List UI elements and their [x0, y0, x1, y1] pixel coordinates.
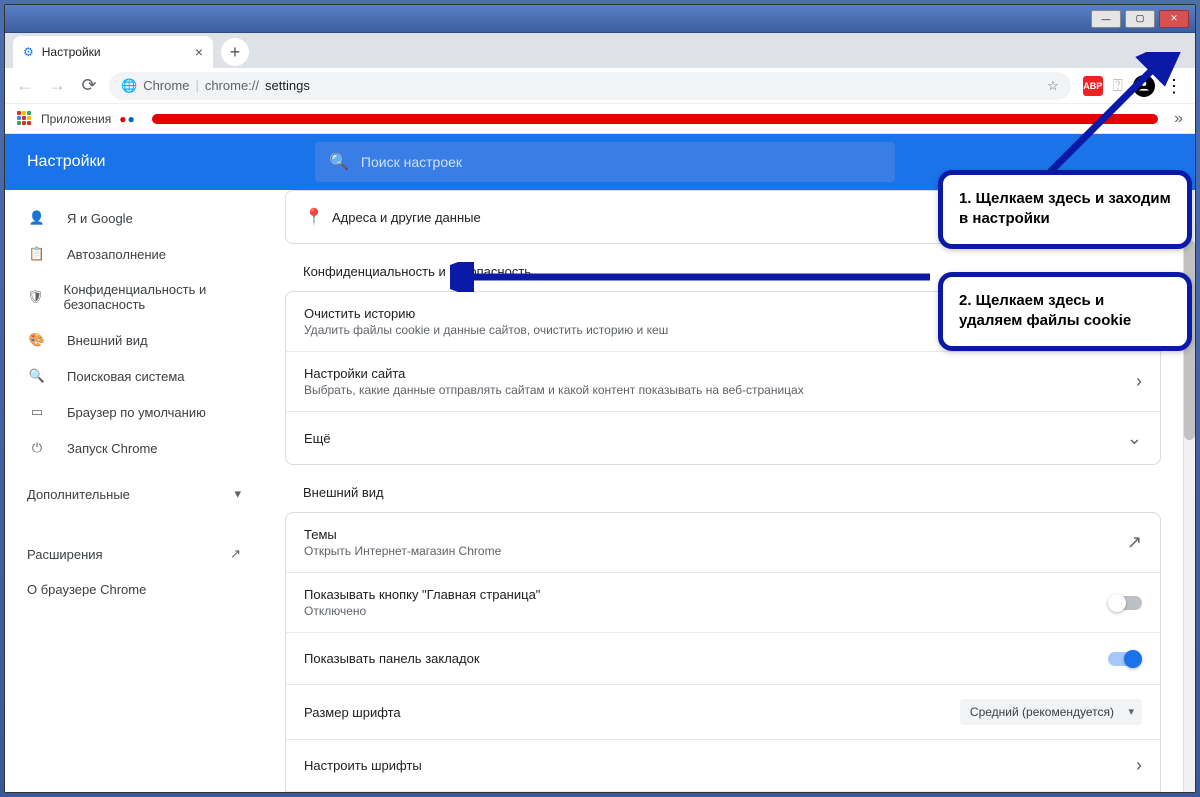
chevron-down-icon: ▾: [234, 486, 241, 502]
toggle-home-button[interactable]: [1108, 596, 1142, 610]
settings-page-title: Настройки: [5, 153, 315, 171]
reload-button[interactable]: ⟳: [77, 74, 101, 98]
chevron-right-icon: ›: [1136, 371, 1142, 392]
row-title: Размер шрифта: [304, 705, 960, 720]
row-subtitle: Открыть Интернет-магазин Chrome: [304, 544, 1127, 558]
back-button[interactable]: ←: [13, 74, 37, 98]
sidebar-item-me-google[interactable]: 👤 Я и Google: [5, 200, 263, 236]
row-title: Настроить шрифты: [304, 758, 1136, 773]
row-more-privacy[interactable]: Ещё ⌄: [286, 412, 1160, 464]
callout-step-2: 2. Щелкаем здесь и удаляем файлы cookie: [938, 272, 1192, 351]
row-title: Показывать панель закладок: [304, 651, 1108, 666]
bookmarks-bar: Приложения ●● »: [5, 104, 1195, 134]
person-icon: 👤: [27, 210, 47, 226]
sidebar-item-autofill[interactable]: 📋 Автозаполнение: [5, 236, 263, 272]
sidebar-item-advanced[interactable]: Дополнительные ▾: [5, 476, 263, 512]
new-tab-button[interactable]: +: [221, 38, 249, 66]
url-separator: |: [195, 78, 198, 93]
apps-label[interactable]: Приложения: [41, 112, 111, 126]
redacted-bookmark-bar: [152, 114, 1158, 124]
row-themes[interactable]: Темы Открыть Интернет-магазин Chrome ↗: [286, 513, 1160, 573]
close-button[interactable]: ✕: [1159, 10, 1189, 28]
settings-search-input[interactable]: [361, 154, 881, 170]
row-title: Темы: [304, 527, 1127, 542]
forward-button[interactable]: →: [45, 74, 69, 98]
settings-search[interactable]: 🔍: [315, 142, 895, 182]
address-bar[interactable]: 🌐 Chrome | chrome:// settings ☆: [109, 72, 1071, 100]
sidebar-item-label: Расширения: [27, 547, 103, 562]
bookmark-star-icon[interactable]: ☆: [1047, 78, 1059, 94]
power-icon: ⏻: [27, 440, 47, 456]
sidebar-item-label: Автозаполнение: [67, 247, 166, 262]
row-show-bookmarks[interactable]: Показывать панель закладок: [286, 633, 1160, 685]
row-subtitle: Отключено: [304, 604, 1108, 618]
sidebar-item-label: Внешний вид: [67, 333, 148, 348]
open-external-icon: ↗: [230, 546, 241, 562]
pin-icon: 📍: [304, 207, 332, 227]
bookmarks-overflow-button[interactable]: »: [1174, 110, 1183, 128]
sidebar-item-privacy[interactable]: 🛡 Конфиденциальность и безопасность: [5, 272, 263, 322]
sidebar-item-label: Конфиденциальность и безопасность: [64, 282, 241, 312]
search-icon: 🔍: [27, 368, 47, 384]
callout-text: 2. Щелкаем здесь и удаляем файлы cookie: [959, 292, 1131, 329]
row-site-settings[interactable]: Настройки сайта Выбрать, какие данные от…: [286, 352, 1160, 412]
sidebar-item-about[interactable]: О браузере Chrome: [5, 572, 263, 607]
clipboard-icon: 📋: [27, 246, 47, 262]
sidebar-item-label: Поисковая система: [67, 369, 185, 384]
open-external-icon: ↗: [1127, 532, 1142, 553]
sidebar-item-search[interactable]: 🔍 Поисковая система: [5, 358, 263, 394]
row-title: Показывать кнопку "Главная страница": [304, 587, 1108, 602]
font-size-select[interactable]: Средний (рекомендуется): [960, 699, 1142, 725]
row-title: Настройки сайта: [304, 366, 1136, 381]
gear-icon: ⚙: [23, 45, 34, 59]
sidebar-item-label: О браузере Chrome: [27, 582, 146, 597]
row-subtitle: Выбрать, какие данные отправлять сайтам …: [304, 383, 1136, 397]
row-title: Ещё: [304, 431, 1127, 446]
callout-text: 1. Щелкаем здесь и заходим в настройки: [959, 190, 1171, 227]
sidebar-item-label: Браузер по умолчанию: [67, 405, 206, 420]
palette-icon: 🎨: [27, 332, 47, 348]
chevron-down-icon: ⌄: [1127, 428, 1142, 449]
sidebar-item-label: Запуск Chrome: [67, 441, 158, 456]
sidebar-item-label: Дополнительные: [27, 487, 130, 502]
browser-menu-button[interactable]: ⋮: [1165, 77, 1183, 95]
browser-icon: ▭: [27, 404, 47, 420]
sidebar-item-label: Я и Google: [67, 211, 133, 226]
row-home-button[interactable]: Показывать кнопку "Главная страница" Отк…: [286, 573, 1160, 633]
tab-close-icon[interactable]: ×: [195, 44, 203, 60]
browser-window: — ▢ ✕ ⚙ Настройки × + ← → ⟳ 🌐 Chrome | c…: [4, 4, 1196, 793]
abp-extension-icon[interactable]: ABP: [1083, 76, 1103, 96]
maximize-button[interactable]: ▢: [1125, 10, 1155, 28]
browser-toolbar: ← → ⟳ 🌐 Chrome | chrome:// settings ☆ ABP…: [5, 68, 1195, 104]
sidebar-item-default-browser[interactable]: ▭ Браузер по умолчанию: [5, 394, 263, 430]
toggle-bookmarks-bar[interactable]: [1108, 652, 1142, 666]
section-title-appearance: Внешний вид: [303, 485, 1161, 500]
tab-settings[interactable]: ⚙ Настройки ×: [13, 36, 213, 68]
shield-icon: 🛡: [27, 289, 44, 305]
tab-title: Настройки: [42, 45, 101, 59]
url-chrome-label: Chrome: [143, 78, 189, 93]
minimize-button[interactable]: —: [1091, 10, 1121, 28]
search-icon: 🔍: [329, 152, 349, 172]
settings-sidebar: 👤 Я и Google 📋 Автозаполнение 🛡 Конфиденциа…: [5, 190, 263, 792]
tab-strip: ⚙ Настройки × +: [5, 33, 1195, 68]
window-titlebar: — ▢ ✕: [5, 5, 1195, 33]
bookmark-dots: ●●: [119, 112, 136, 126]
chevron-right-icon: ›: [1136, 755, 1142, 776]
row-customize-fonts[interactable]: Настроить шрифты ›: [286, 740, 1160, 792]
apps-icon[interactable]: [17, 111, 33, 127]
sidebar-item-startup[interactable]: ⏻ Запуск Chrome: [5, 430, 263, 466]
sidebar-item-extensions[interactable]: Расширения ↗: [5, 536, 263, 572]
profile-avatar[interactable]: [1133, 75, 1155, 97]
url-path: settings: [265, 78, 310, 93]
globe-icon: 🌐: [121, 78, 137, 94]
sidebar-item-appearance[interactable]: 🎨 Внешний вид: [5, 322, 263, 358]
callout-step-1: 1. Щелкаем здесь и заходим в настройки: [938, 170, 1192, 249]
url-scheme: chrome://: [205, 78, 259, 93]
extension-icons: ABP ⍰ ⋮: [1079, 75, 1187, 97]
row-font-size[interactable]: Размер шрифта Средний (рекомендуется): [286, 685, 1160, 740]
help-icon[interactable]: ⍰: [1113, 76, 1123, 96]
